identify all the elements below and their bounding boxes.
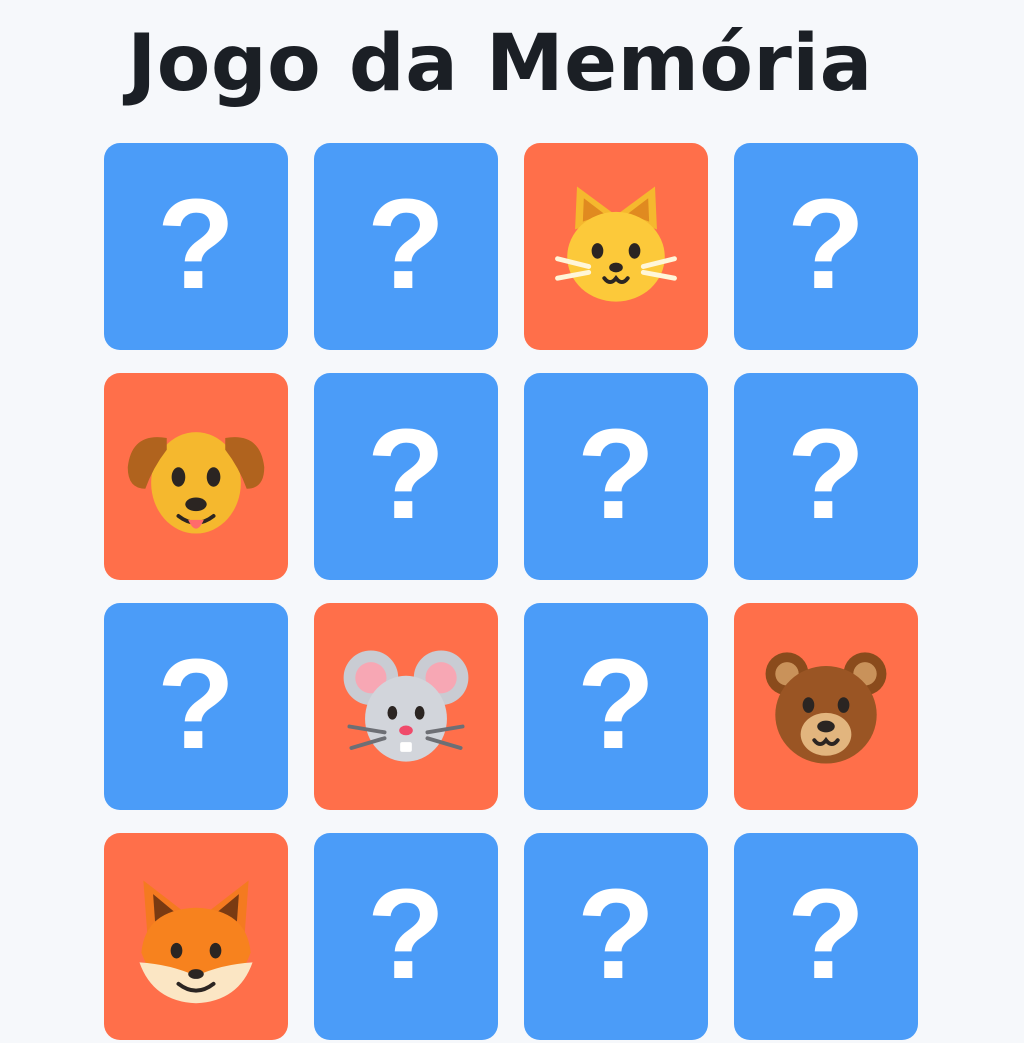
dog-icon — [118, 399, 274, 555]
memory-card[interactable]: ? — [734, 833, 918, 1040]
memory-card[interactable] — [104, 373, 288, 580]
memory-card[interactable] — [524, 143, 708, 350]
question-mark-icon: ? — [786, 402, 866, 546]
memory-card[interactable]: ? — [314, 833, 498, 1040]
memory-card[interactable]: ? — [524, 833, 708, 1040]
question-mark-icon: ? — [576, 632, 656, 776]
question-mark-icon: ? — [576, 402, 656, 546]
memory-card[interactable] — [314, 603, 498, 810]
memory-card[interactable]: ? — [734, 143, 918, 350]
question-mark-icon: ? — [156, 632, 236, 776]
question-mark-icon: ? — [786, 172, 866, 316]
memory-card[interactable]: ? — [314, 143, 498, 350]
card-grid: ? ? ? ? ? ? ? ? ? ? ? — [104, 143, 920, 1043]
memory-card[interactable]: ? — [104, 143, 288, 350]
memory-card[interactable] — [734, 603, 918, 810]
question-mark-icon: ? — [366, 172, 446, 316]
memory-card[interactable]: ? — [104, 603, 288, 810]
game-title: Jogo da Memória — [127, 19, 873, 109]
cat-icon — [538, 169, 694, 325]
question-mark-icon: ? — [786, 862, 866, 1006]
memory-card[interactable]: ? — [524, 373, 708, 580]
memory-card[interactable] — [104, 833, 288, 1040]
memory-card[interactable]: ? — [314, 373, 498, 580]
question-mark-icon: ? — [156, 172, 236, 316]
mouse-icon — [328, 629, 484, 785]
fox-icon — [118, 859, 274, 1015]
question-mark-icon: ? — [366, 862, 446, 1006]
bear-icon — [748, 629, 904, 785]
memory-card[interactable]: ? — [524, 603, 708, 810]
question-mark-icon: ? — [576, 862, 656, 1006]
memory-card[interactable]: ? — [734, 373, 918, 580]
question-mark-icon: ? — [366, 402, 446, 546]
